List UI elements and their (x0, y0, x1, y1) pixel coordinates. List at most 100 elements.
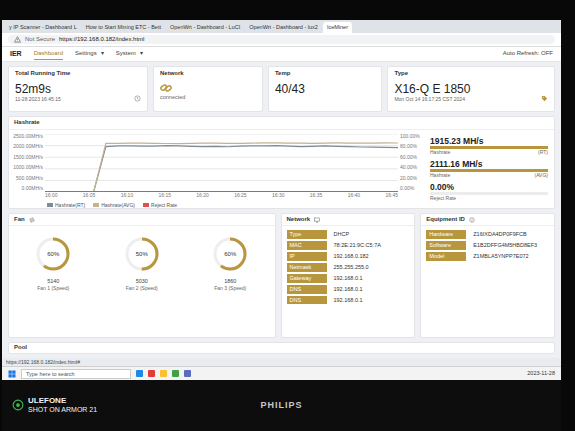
info-label: Hardware (426, 230, 466, 239)
fan-name: Fan 2 (Speed) (126, 285, 158, 291)
tab-label: OpenWrt - Dashboard - lux2 (249, 24, 318, 30)
stat-tag: (RT) (538, 149, 548, 155)
url-text[interactable]: https://192.168.0.182/index.html (59, 36, 144, 44)
warning-mark (17, 39, 18, 42)
legend-item[interactable]: Hashrate(AVG) (93, 202, 135, 208)
nav-item[interactable]: Settings▾ (75, 48, 104, 60)
x-tick: 16:45 (385, 193, 398, 198)
tab-label: OpenWrt - Dashboard - LuCI (170, 24, 240, 30)
donut-track (38, 239, 68, 269)
legend-item[interactable]: Reject Rate (143, 202, 177, 208)
x-tick: 16:40 (348, 193, 361, 198)
nav-item[interactable]: System▾ (116, 48, 143, 60)
warning-triangle (14, 37, 20, 42)
card-subtext: Mon Oct 14 16:17:25 CST 2024 (394, 96, 470, 102)
app-nav: IER Dashboard Settings▾ System▾ Auto Refresh… (2, 47, 561, 62)
y2-tick: 100.00% (400, 134, 424, 139)
card-body-row: 52m9s11-28 2023 16:45:15 (15, 82, 141, 103)
taskbar-app-icon[interactable] (184, 370, 191, 377)
browser-tab[interactable]: OpenWrt - Dashboard - LuCI (166, 22, 244, 33)
card-title: Type (394, 70, 548, 78)
stat-bar-fill (430, 169, 548, 172)
taskbar-search[interactable] (21, 369, 131, 379)
link-icon (160, 82, 172, 94)
x-tick: 16:30 (272, 193, 285, 198)
nav-label: System (116, 50, 136, 58)
hashrate-plot (45, 134, 398, 192)
url-field[interactable]: Not Securehttps://192.168.0.182/index.ht… (8, 35, 555, 45)
hashrate-stats: 1915.23 MH/sHashrate(RT)2111.16 MH/sHash… (424, 130, 554, 208)
stat-block: 0.00%Reject Rate (430, 182, 548, 202)
card-title: Temp (275, 70, 376, 78)
info-label: Model (426, 252, 466, 261)
nav-item[interactable]: Dashboard (34, 48, 63, 61)
fan-rpm: 5140 (47, 278, 59, 285)
monitor-stand (316, 221, 318, 222)
donut-fill (38, 239, 68, 269)
taskbar-app-icon[interactable] (148, 370, 155, 377)
watermark-caption: SHOT ON ARMOR 21 (28, 406, 97, 414)
browser-tab[interactable]: How to Start Mining ETC - Bett (82, 22, 165, 33)
card-value: 52m9s (15, 82, 61, 96)
legend-label: Reject Rate (151, 202, 177, 208)
legend-label: Hashrate(AVG) (101, 202, 135, 208)
tab-label: IceMiner (327, 24, 348, 30)
panel-title: Fan (14, 216, 25, 224)
fan-donut: 60% (210, 234, 250, 274)
clock-hands (137, 97, 138, 99)
x-tick: 16:20 (196, 193, 209, 198)
address-bar: Not Securehttps://192.168.0.182/index.ht… (2, 33, 561, 47)
stat-label: Hashrate (430, 172, 450, 178)
fan-row: 60%5140Fan 1 (Speed)50%5030Fan 2 (Speed)… (9, 226, 275, 337)
panel-header: Fan (9, 214, 275, 227)
connection-state: connected (160, 82, 256, 101)
info-value: Z16IXDA4DP0F9FCB (470, 230, 530, 239)
info-row: ModelZ1MBLA5YNPP7E072 (426, 252, 549, 261)
browser-tab[interactable]: IceMiner (323, 22, 352, 33)
taskbar-app-icon[interactable] (172, 370, 179, 377)
fan-percent-box: 60% (210, 234, 250, 274)
info-label: DNS (287, 285, 327, 294)
monitor-bezel: ULEFONESHOT ON ARMOR 21PHILIPS (2, 380, 561, 431)
info-value: 192.168.0.1 (331, 285, 366, 294)
auto-refresh-toggle[interactable]: Auto Refresh: OFF (503, 50, 553, 58)
windows-pane (9, 370, 12, 373)
panel-title: Hashrate (9, 117, 554, 130)
info-row: Hardware Z16IXDA4DP0F9FCB (426, 230, 549, 239)
tab-label: y IP Scanner - Dashboard L (9, 24, 77, 30)
stat-tag: (AVG) (534, 172, 548, 178)
taskbar-app-icon[interactable] (136, 370, 143, 377)
connection-label: connected (160, 94, 185, 101)
info-ring (470, 217, 475, 222)
card-body-row: X16-Q E 1850Mon Oct 14 16:17:25 CST 2024 (394, 82, 548, 103)
x-tick: 16:10 (121, 193, 134, 198)
fan-rpm: 1860 (224, 278, 236, 285)
grid-line (45, 179, 398, 180)
stat-value: 2111.16 MH/s (430, 159, 548, 170)
monitor-screen-shape (315, 217, 320, 220)
windows-pane (9, 374, 12, 377)
info-value: 192.168.0.1 (331, 296, 366, 305)
fan-donut: 60% (33, 234, 73, 274)
stat-label-row: Hashrate (AVG) (430, 172, 548, 178)
browser-tab[interactable]: y IP Scanner - Dashboard L (5, 22, 81, 33)
taskbar-clock[interactable]: 2023-11-28 (527, 370, 555, 377)
panel-header: Network (282, 214, 415, 227)
card-title: Total Running Time (15, 70, 141, 78)
fan-panel: Fan60%5140Fan 1 (Speed)50%5030Fan 2 (Spe… (8, 213, 276, 338)
camera-ring (13, 401, 23, 411)
logo[interactable]: IER (10, 50, 22, 59)
browser-status-bar: https://192.168.0.182/index.html# (2, 358, 561, 366)
nav-label: Settings (75, 50, 97, 58)
photo-watermark: ULEFONESHOT ON ARMOR 21 (12, 397, 261, 413)
y2-tick: 60.00% (400, 155, 424, 160)
info-label: Software (426, 241, 466, 250)
start-button[interactable] (8, 370, 16, 378)
browser-tab[interactable]: OpenWrt - Dashboard - lux2 (245, 22, 322, 33)
stat-label: Hashrate (430, 149, 450, 155)
browser-tab-strip: y IP Scanner - Dashboard L How to Start M… (2, 20, 561, 33)
legend-item[interactable]: Hashrate(RT) (47, 202, 85, 208)
fan-donut: 50% (122, 234, 162, 274)
taskbar-app-icon[interactable] (160, 370, 167, 377)
warning-icon (14, 36, 21, 43)
